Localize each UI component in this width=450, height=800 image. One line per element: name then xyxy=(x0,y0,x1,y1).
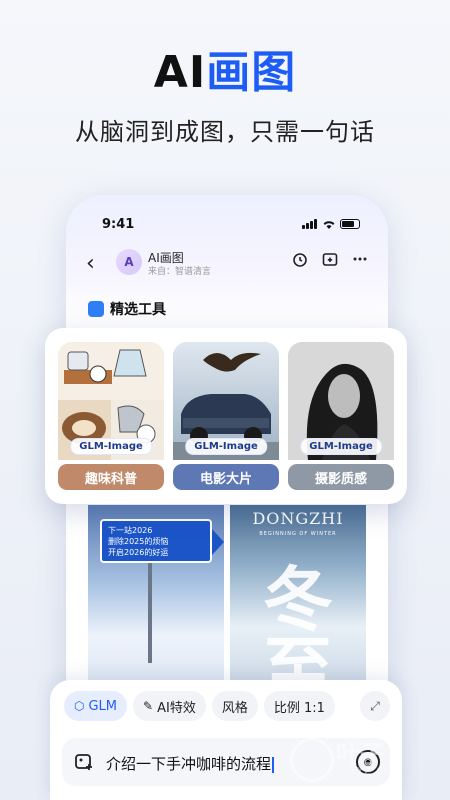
watermark: 叶子 YYZ.COM xyxy=(290,734,440,790)
hero-title-ai: AI xyxy=(153,47,207,98)
hero-subtitle: 从脑洞到成图，只需一句话 xyxy=(75,118,375,146)
tools-section-icon xyxy=(88,301,104,317)
chip-style[interactable]: 风格 xyxy=(211,691,258,721)
status-bar: 9:41 xyxy=(102,217,360,233)
poster-big-character: 冬至 xyxy=(263,559,333,680)
sign-line: 开启2026的好运 xyxy=(108,548,169,557)
option-chips: ⬡ GLM ✎ AI特效 风格 比例 1:1 ⤢ xyxy=(64,690,390,722)
image-add-icon[interactable] xyxy=(74,752,94,772)
chip-label: 风格 xyxy=(221,700,248,716)
chat-header: ‹ A AI画图 来自：智谱清言 xyxy=(86,245,368,281)
battery-icon xyxy=(340,219,360,229)
alarm-clock-icon[interactable] xyxy=(292,251,308,267)
section-title: 精选工具 xyxy=(88,299,166,319)
tool-card-photography[interactable]: GLM-Image 摄影质感 xyxy=(288,342,394,490)
road-sign: 下一站2026 删除2025的烦恼 开启2026的好运 xyxy=(100,519,224,563)
chip-label: 比例 1:1 xyxy=(273,700,325,716)
sign-pole xyxy=(148,563,152,663)
chip-label: GLM xyxy=(88,698,118,714)
wifi-icon xyxy=(323,221,335,229)
hero-title: AI画图 xyxy=(0,36,450,100)
poster-subtitle: BEGINNING OF WINTER xyxy=(259,531,337,537)
status-time: 9:41 xyxy=(102,217,135,232)
featured-tools-card: GLM-Image 趣味科普 GLM-Image 电影大片 GLM-Image … xyxy=(45,328,407,504)
status-icons xyxy=(302,219,360,229)
folder-add-icon[interactable] xyxy=(322,251,338,267)
section-title-text: 精选工具 xyxy=(110,302,166,318)
watermark-logo xyxy=(290,738,334,782)
prompt-value: 介绍一下手冲咖啡的流程 xyxy=(106,755,272,773)
tool-card-science[interactable]: GLM-Image 趣味科普 xyxy=(58,342,164,490)
tool-label: 趣味科普 xyxy=(58,464,164,490)
model-tag: GLM-Image xyxy=(300,438,382,455)
model-tag: GLM-Image xyxy=(185,438,267,455)
gallery-image-dongzhi[interactable]: DONGZHI BEGINNING OF WINTER 冬至 xyxy=(230,505,366,680)
text-caret xyxy=(272,756,275,773)
watermark-text: 叶子 xyxy=(336,740,384,768)
prompt-text: 介绍一下手冲咖啡的流程 xyxy=(106,753,275,774)
chip-glm[interactable]: ⬡ GLM xyxy=(64,691,128,721)
chevron-left-icon[interactable]: ‹ xyxy=(86,251,95,276)
gallery-image-road-sign[interactable]: 下一站2026 删除2025的烦恼 开启2026的好运 xyxy=(88,505,224,680)
hero-title-highlight: 画图 xyxy=(206,47,297,98)
bot-source: 来自：智谱清言 xyxy=(148,267,212,277)
expand-icon[interactable]: ⤢ xyxy=(360,691,390,721)
signal-icon xyxy=(302,219,318,229)
poster-title: DONGZHI xyxy=(252,509,344,528)
model-tag: GLM-Image xyxy=(70,438,152,455)
sign-line: 删除2025的烦恼 xyxy=(108,537,169,546)
chip-label: AI特效 xyxy=(157,700,196,716)
sign-line: 下一站2026 xyxy=(108,526,153,535)
cube-icon: ⬡ xyxy=(74,699,85,713)
tool-label: 摄影质感 xyxy=(288,464,394,490)
chip-ai-effects[interactable]: ✎ AI特效 xyxy=(133,691,206,721)
tool-card-cinematic[interactable]: GLM-Image 电影大片 xyxy=(173,342,279,490)
tool-label: 电影大片 xyxy=(173,464,279,490)
bot-avatar[interactable]: A xyxy=(116,249,142,275)
more-icon[interactable] xyxy=(352,251,368,267)
header-actions xyxy=(292,251,368,267)
magic-wand-icon: ✎ xyxy=(143,699,154,713)
chip-ratio[interactable]: 比例 1:1 xyxy=(263,691,335,721)
watermark-url: YYZ.COM xyxy=(350,766,403,777)
